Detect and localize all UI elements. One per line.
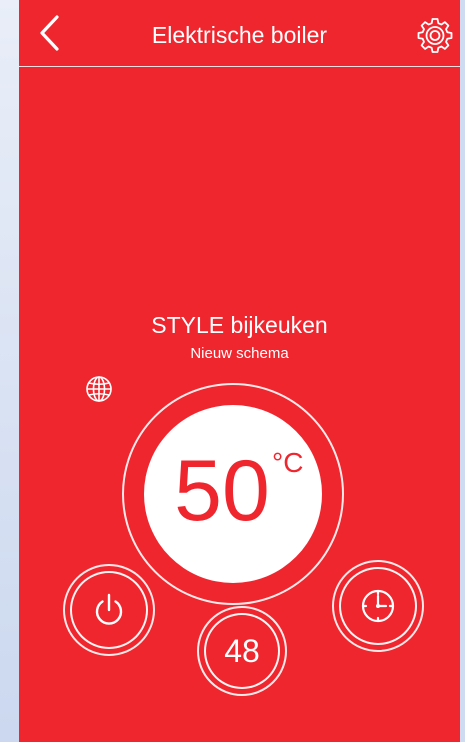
setpoint-button[interactable]: 48 [204,613,280,689]
chevron-left-icon [40,15,59,51]
back-button[interactable] [35,14,67,52]
online-status-button[interactable] [84,374,114,404]
app-screen: Elektrische boiler STYLE bijkeuken Nieuw… [19,0,460,742]
temperature-value: 50 [174,443,270,539]
power-icon [95,593,123,625]
schedule-button[interactable] [339,567,417,645]
page-title: Elektrische boiler [151,22,328,48]
header-divider [19,66,460,67]
header-bar: Elektrische boiler [19,0,460,66]
temperature-unit: °C [272,447,304,478]
temperature-display[interactable]: 50 °C [144,405,322,583]
schedule-label: Nieuw schema [190,345,289,362]
clock-icon [361,589,395,623]
device-name: STYLE bijkeuken [151,312,328,338]
setpoint-value: 48 [224,633,260,669]
globe-icon [86,376,112,402]
window-frame-right [460,0,465,742]
power-button[interactable] [70,571,148,649]
settings-button[interactable] [417,17,453,53]
gear-icon [417,18,453,53]
window-frame-left [0,0,19,742]
